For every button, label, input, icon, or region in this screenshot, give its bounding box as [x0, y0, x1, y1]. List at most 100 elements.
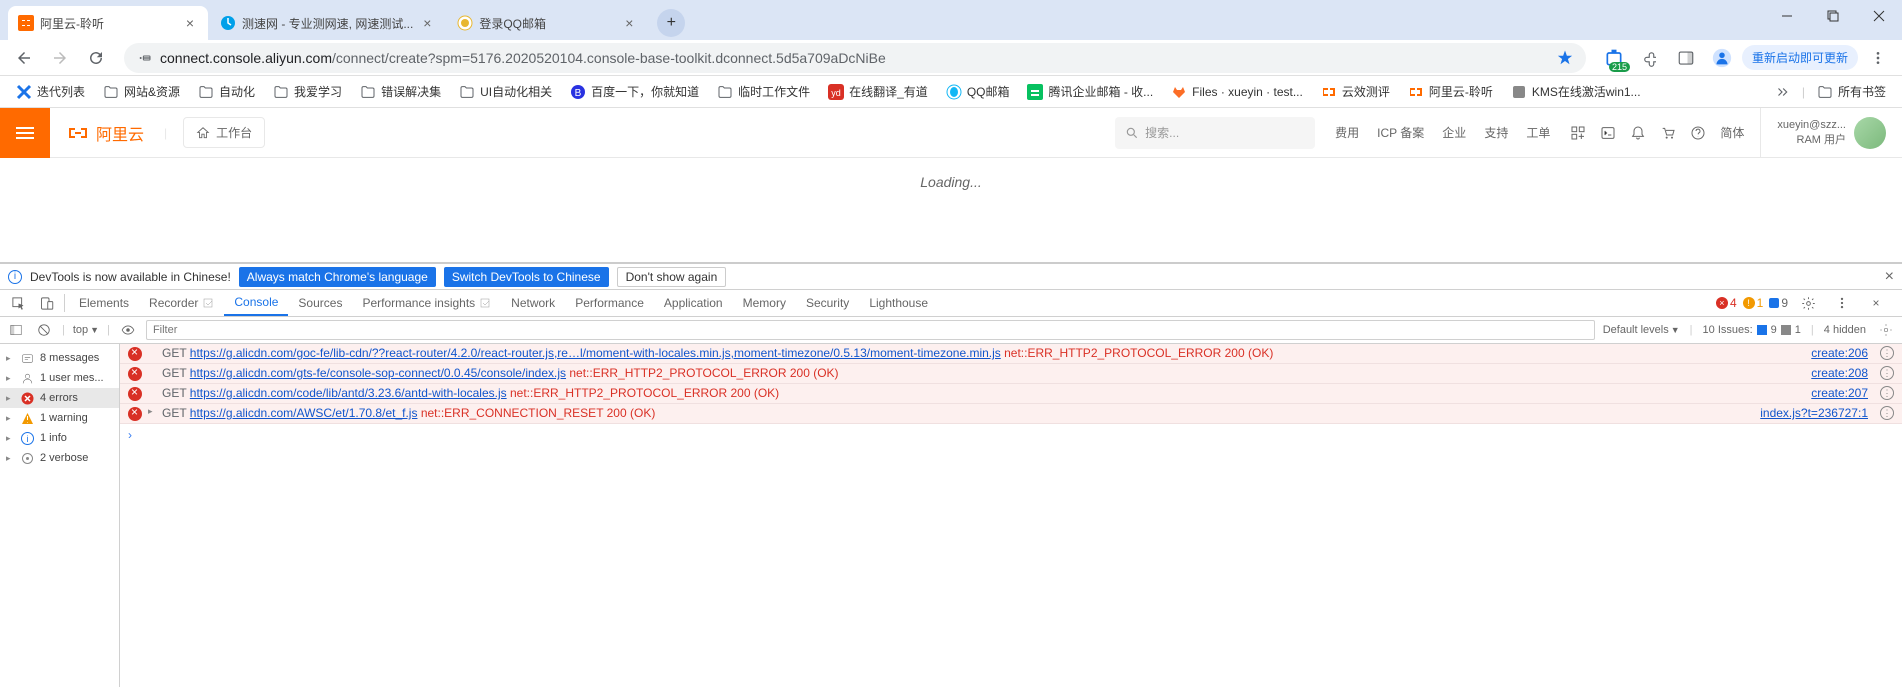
window-maximize[interactable]	[1810, 0, 1856, 32]
cloudshell-icon[interactable]	[1600, 125, 1616, 141]
device-toggle-icon[interactable]	[32, 290, 60, 316]
bookmark-overflow[interactable]	[1766, 76, 1798, 108]
inspect-icon[interactable]	[4, 290, 32, 316]
bookmark-item[interactable]: 自动化	[190, 79, 263, 104]
bookmark-item[interactable]: 迭代列表	[8, 79, 93, 104]
bookmark-item[interactable]: KMS在线激活win1...	[1503, 79, 1649, 104]
log-detail-icon[interactable]: ⋮	[1880, 406, 1894, 420]
context-selector[interactable]: top ▼	[73, 324, 99, 336]
bookmark-item[interactable]: 网站&资源	[95, 79, 188, 104]
bookmark-item[interactable]: B百度一下，你就知道	[562, 79, 707, 104]
log-url[interactable]: https://g.alicdn.com/gts-fe/console-sop-…	[190, 366, 566, 380]
new-tab-button[interactable]: +	[657, 9, 685, 37]
browser-tab[interactable]: 登录QQ邮箱 ×	[447, 6, 647, 40]
live-expression-icon[interactable]	[118, 323, 138, 337]
source-link[interactable]: create:207	[1799, 386, 1868, 400]
update-button[interactable]: 重新启动即可更新	[1742, 45, 1858, 70]
devtools-tab-lighthouse[interactable]: Lighthouse	[859, 290, 938, 316]
warning-count[interactable]: !1	[1743, 296, 1764, 310]
close-icon[interactable]: ×	[1885, 268, 1894, 286]
devtools-tab-application[interactable]: Application	[654, 290, 733, 316]
user-menu[interactable]: xueyin@szz... RAM 用户	[1760, 108, 1902, 157]
profile-icon[interactable]	[1706, 42, 1738, 74]
bookmark-item[interactable]: 阿里云-聆听	[1400, 79, 1501, 104]
devtools-tab-memory[interactable]: Memory	[733, 290, 796, 316]
bookmark-star-icon[interactable]	[1556, 49, 1574, 67]
close-icon[interactable]: ×	[621, 15, 637, 31]
forward-button[interactable]	[44, 42, 76, 74]
extension-icon[interactable]: 215	[1598, 42, 1630, 74]
sidebar-user[interactable]: ▸1 user mes...	[0, 368, 119, 388]
nav-ticket[interactable]: 工单	[1526, 124, 1550, 141]
hidden-count[interactable]: 4 hidden	[1824, 324, 1866, 336]
devtools-tab-recorder[interactable]: Recorder	[139, 290, 224, 316]
nav-cost[interactable]: 费用	[1335, 124, 1359, 141]
bookmark-item[interactable]: QQ邮箱	[938, 79, 1018, 104]
hamburger-menu[interactable]	[0, 108, 50, 158]
log-detail-icon[interactable]: ⋮	[1880, 386, 1894, 400]
info-count[interactable]: 9	[1769, 296, 1788, 310]
devtools-tab-security[interactable]: Security	[796, 290, 859, 316]
sidebar-verbose[interactable]: ▸2 verbose	[0, 448, 119, 468]
bookmark-item[interactable]: 我爱学习	[265, 79, 350, 104]
console-settings-icon[interactable]	[1876, 323, 1896, 337]
console-error-row[interactable]: GET https://g.alicdn.com/goc-fe/lib-cdn/…	[120, 344, 1902, 364]
language-selector[interactable]: 简体	[1720, 124, 1744, 141]
close-icon[interactable]: ×	[182, 15, 198, 31]
dismiss-button[interactable]: Don't show again	[617, 267, 727, 287]
side-panel-icon[interactable]	[1670, 42, 1702, 74]
devtools-tab-network[interactable]: Network	[501, 290, 565, 316]
chrome-menu-icon[interactable]	[1862, 42, 1894, 74]
address-bar[interactable]: connect.console.aliyun.com/connect/creat…	[124, 43, 1586, 73]
bookmark-item[interactable]: UI自动化相关	[451, 79, 560, 104]
sidebar-msg[interactable]: ▸8 messages	[0, 348, 119, 368]
app-icon[interactable]	[1570, 125, 1586, 141]
devtools-tab-elements[interactable]: Elements	[69, 290, 139, 316]
help-icon[interactable]	[1690, 125, 1706, 141]
source-link[interactable]: create:206	[1799, 346, 1868, 360]
aliyun-logo[interactable]: 阿里云	[50, 121, 160, 145]
browser-tab-active[interactable]: 阿里云-聆听 ×	[8, 6, 208, 40]
cart-icon[interactable]	[1660, 125, 1676, 141]
filter-input[interactable]	[146, 320, 1595, 340]
close-icon[interactable]: ×	[419, 15, 435, 31]
bookmark-item[interactable]: yd在线翻译_有道	[820, 79, 936, 104]
console-error-row[interactable]: GET https://g.alicdn.com/gts-fe/console-…	[120, 364, 1902, 384]
sidebar-warn[interactable]: ▸1 warning	[0, 408, 119, 428]
nav-enterprise[interactable]: 企业	[1442, 124, 1466, 141]
source-link[interactable]: index.js?t=236727:1	[1748, 406, 1868, 420]
devtools-tab-console[interactable]: Console	[224, 290, 288, 316]
error-count[interactable]: ×4	[1716, 296, 1737, 310]
window-minimize[interactable]	[1764, 0, 1810, 32]
devtools-tab-performance-insights[interactable]: Performance insights	[352, 290, 501, 316]
nav-support[interactable]: 支持	[1484, 124, 1508, 141]
log-detail-icon[interactable]: ⋮	[1880, 366, 1894, 380]
all-bookmarks[interactable]: 所有书签	[1809, 79, 1894, 104]
browser-tab[interactable]: 测速网 - 专业测网速, 网速测试... ×	[210, 6, 445, 40]
extensions-menu-icon[interactable]	[1634, 42, 1666, 74]
bookmark-item[interactable]: 错误解决集	[352, 79, 449, 104]
log-url[interactable]: https://g.alicdn.com/goc-fe/lib-cdn/??re…	[190, 346, 1001, 360]
log-url[interactable]: https://g.alicdn.com/AWSC/et/1.70.8/et_f…	[190, 406, 418, 420]
log-detail-icon[interactable]: ⋮	[1880, 346, 1894, 360]
more-icon[interactable]	[1828, 296, 1856, 310]
bookmark-item[interactable]: 临时工作文件	[709, 79, 818, 104]
sidebar-info[interactable]: ▸i1 info	[0, 428, 119, 448]
workspace-button[interactable]: 工作台	[183, 117, 265, 148]
sidebar-toggle-icon[interactable]	[6, 323, 26, 337]
match-language-button[interactable]: Always match Chrome's language	[239, 267, 436, 287]
reload-button[interactable]	[80, 42, 112, 74]
log-levels-selector[interactable]: Default levels ▼	[1603, 324, 1680, 336]
site-info-icon[interactable]	[136, 50, 152, 66]
log-url[interactable]: https://g.alicdn.com/code/lib/antd/3.23.…	[190, 386, 507, 400]
clear-console-icon[interactable]	[34, 323, 54, 337]
search-input[interactable]: 搜索...	[1115, 117, 1315, 149]
console-error-row[interactable]: GET https://g.alicdn.com/code/lib/antd/3…	[120, 384, 1902, 404]
devtools-tab-performance[interactable]: Performance	[565, 290, 654, 316]
bookmark-item[interactable]: 腾讯企业邮箱 - 收...	[1019, 79, 1161, 104]
back-button[interactable]	[8, 42, 40, 74]
close-devtools-icon[interactable]: ×	[1862, 296, 1890, 310]
notification-icon[interactable]	[1630, 125, 1646, 141]
sidebar-error[interactable]: ▸4 errors	[0, 388, 119, 408]
console-prompt[interactable]: ›	[120, 424, 1902, 446]
